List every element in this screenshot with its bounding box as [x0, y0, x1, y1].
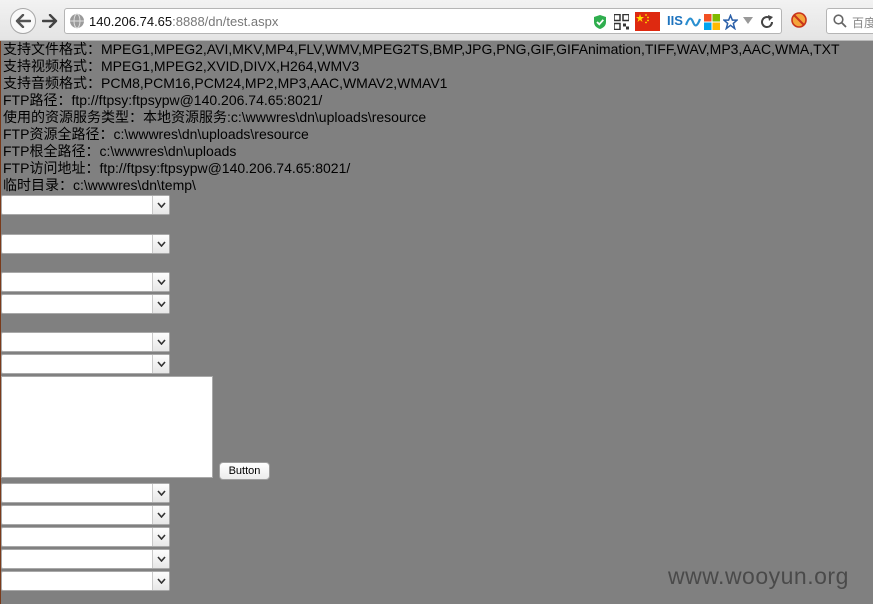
back-button[interactable] [10, 8, 36, 34]
select-chevron-icon [152, 196, 169, 214]
select-8[interactable] [1, 505, 170, 525]
dropdown-arrow-icon[interactable] [743, 17, 753, 25]
ftp-root-full-path: FTP根全路径：c:\wwwres\dn\uploads [3, 143, 237, 159]
select-chevron-icon [152, 506, 169, 524]
select-chevron-icon [152, 295, 169, 313]
browser-toolbar: 140.206.74.65:8888/dn/test.aspx IIS 百度 [0, 0, 873, 41]
ftp-path: FTP路径：ftp://ftpsy:ftpsypw@140.206.74.65:… [3, 92, 323, 108]
select-4[interactable] [1, 294, 170, 314]
supported-audio-formats: 支持音频格式：PCM8,PCM16,PCM24,MP2,MP3,AAC,WMAV… [3, 75, 448, 91]
shield-icon[interactable] [593, 14, 607, 30]
submit-button[interactable]: Button [219, 462, 270, 480]
select-2[interactable] [1, 234, 170, 254]
select-chevron-icon [152, 572, 169, 590]
select-chevron-icon [152, 355, 169, 373]
select-7[interactable] [1, 483, 170, 503]
search-placeholder: 百度 [852, 16, 873, 30]
select-chevron-icon [152, 333, 169, 351]
globe-icon [70, 13, 84, 29]
select-chevron-icon [152, 484, 169, 502]
watermark: www.wooyun.org [668, 563, 849, 589]
select-chevron-icon [152, 273, 169, 291]
reload-icon[interactable] [759, 14, 775, 30]
forward-button[interactable] [40, 12, 60, 30]
select-chevron-icon [152, 528, 169, 546]
ms-logo-icon[interactable] [704, 14, 720, 30]
search-box[interactable]: 百度 [826, 8, 873, 34]
select-3[interactable] [1, 272, 170, 292]
info-lines: 支持文件格式：MPEG1,MPEG2,AVI,MKV,MP4,FLV,WMV,M… [3, 41, 840, 194]
china-flag-icon[interactable] [635, 12, 660, 31]
select-6[interactable] [1, 354, 170, 374]
forward-arrow-icon [42, 14, 58, 28]
text-area[interactable] [1, 376, 213, 478]
bookmark-icon[interactable] [723, 14, 738, 30]
back-arrow-icon [15, 14, 31, 28]
resource-service-type: 使用的资源服务类型：本地资源服务:c:\wwwres\dn\uploads\re… [3, 109, 427, 125]
temp-directory: 临时目录：c:\wwwres\dn\temp\ [3, 177, 196, 193]
iis-wave-icon [685, 17, 701, 27]
select-10[interactable] [1, 549, 170, 569]
select-9[interactable] [1, 527, 170, 547]
select-11[interactable] [1, 571, 170, 591]
url-path: :8888/dn/test.aspx [172, 14, 279, 29]
select-5[interactable] [1, 332, 170, 352]
url-text[interactable]: 140.206.74.65:8888/dn/test.aspx [89, 14, 278, 29]
address-bar[interactable]: 140.206.74.65:8888/dn/test.aspx IIS [64, 8, 782, 34]
ftp-resource-full-path: FTP资源全路径：c:\wwwres\dn\uploads\resource [3, 126, 309, 142]
select-chevron-icon [152, 550, 169, 568]
supported-file-formats: 支持文件格式：MPEG1,MPEG2,AVI,MKV,MP4,FLV,WMV,M… [3, 41, 840, 57]
url-host: 140.206.74.65 [89, 14, 173, 29]
select-1[interactable] [1, 195, 170, 215]
search-icon [833, 14, 847, 28]
no-script-icon[interactable] [791, 12, 807, 28]
ftp-access-address: FTP访问地址：ftp://ftpsy:ftpsypw@140.206.74.6… [3, 160, 351, 176]
qr-code-icon[interactable] [614, 14, 629, 30]
iis-icon[interactable]: IIS [667, 13, 683, 29]
select-chevron-icon [152, 235, 169, 253]
supported-video-formats: 支持视频格式：MPEG1,MPEG2,XVID,DIVX,H264,WMV3 [3, 58, 360, 74]
